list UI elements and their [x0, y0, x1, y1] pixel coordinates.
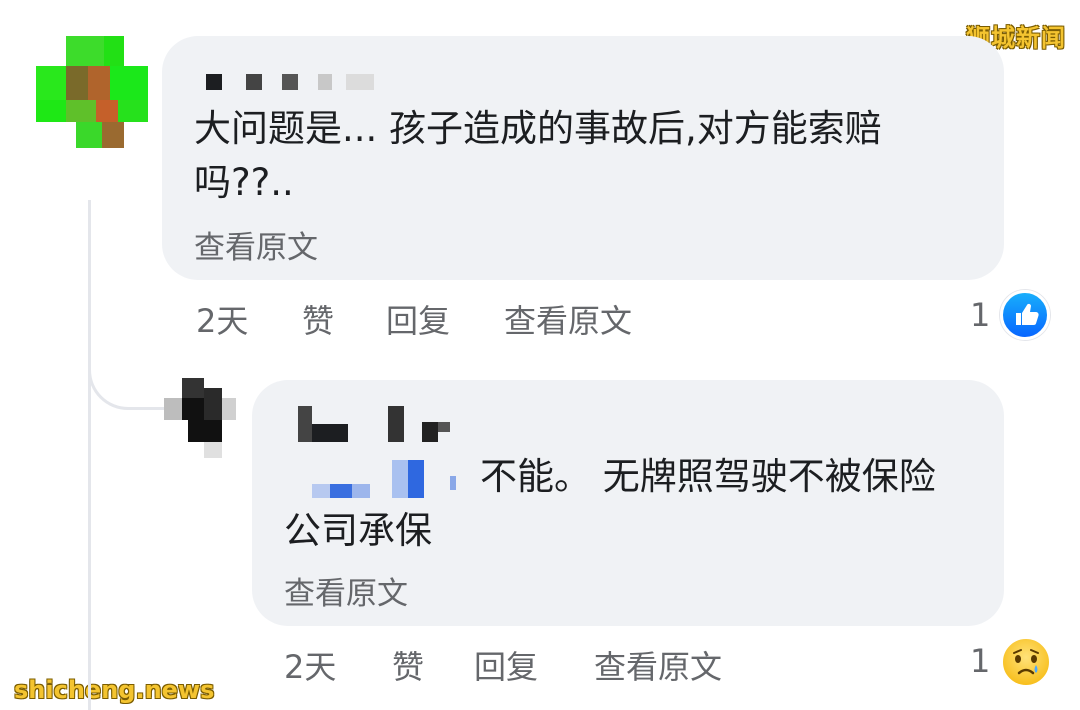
thread-line: [88, 200, 91, 710]
thread-reply-connector: [88, 330, 168, 410]
avatar[interactable]: [164, 378, 236, 458]
reply-bubble: 不能。 无牌照驾驶不被保险 公司承保 查看原文: [252, 380, 1004, 626]
see-original-button[interactable]: 查看原文: [594, 642, 722, 688]
reply-button[interactable]: 回复: [386, 296, 450, 342]
comment-bubble: 大问题是... 孩子造成的事故后,对方能索赔 吗??.. 查看原文: [162, 36, 1004, 280]
author-name[interactable]: [292, 406, 472, 446]
like-icon[interactable]: [1000, 290, 1050, 340]
see-original-link[interactable]: 查看原文: [194, 222, 318, 267]
see-original-button[interactable]: 查看原文: [504, 296, 632, 342]
like-button[interactable]: 赞: [392, 642, 424, 688]
comment-text-line2: 吗??..: [194, 161, 294, 204]
reply-button[interactable]: 回复: [474, 642, 538, 688]
comment-text-line1: 大问题是... 孩子造成的事故后,对方能索赔: [194, 107, 882, 150]
timestamp[interactable]: 2天: [284, 642, 336, 688]
see-original-link[interactable]: 查看原文: [284, 568, 408, 613]
watermark-bottom: shicheng.news: [14, 676, 215, 704]
sad-icon[interactable]: [1000, 636, 1052, 688]
avatar[interactable]: [36, 36, 148, 148]
reaction-count[interactable]: 1: [970, 296, 990, 334]
reaction-count[interactable]: 1: [970, 642, 990, 680]
timestamp[interactable]: 2天: [196, 296, 248, 342]
like-button[interactable]: 赞: [302, 296, 334, 342]
author-name[interactable]: [206, 74, 386, 94]
comment-text-line2: 公司承保: [284, 509, 432, 552]
mention-tag[interactable]: [312, 460, 462, 500]
comment-text-line1: 不能。 无牌照驾驶不被保险: [480, 455, 936, 498]
